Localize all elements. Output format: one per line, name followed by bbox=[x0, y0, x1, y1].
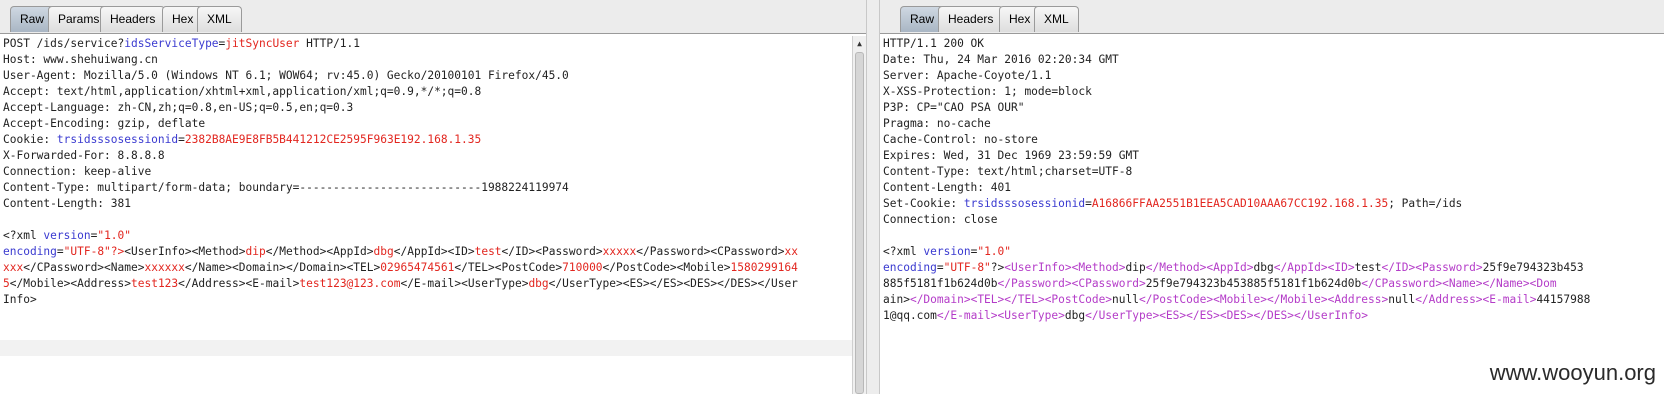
response-line[interactable]: encoding="UTF-8"?><UserInfo><Method>dip<… bbox=[883, 260, 1590, 276]
response-line[interactable]: HTTP/1.1 200 OK bbox=[883, 36, 1590, 52]
response-line[interactable]: ain></Domain><TEL></TEL><PostCode>null</… bbox=[883, 292, 1590, 308]
response-line[interactable]: Connection: close bbox=[883, 212, 1590, 228]
response-line[interactable]: P3P: CP="CAO PSA OUR" bbox=[883, 100, 1590, 116]
pane-splitter[interactable] bbox=[866, 0, 880, 394]
request-line[interactable]: xxx</CPassword><Name>xxxxxx</Name><Domai… bbox=[3, 260, 798, 276]
request-line[interactable]: Connection: keep-alive bbox=[3, 164, 798, 180]
watermark: www.wooyun.org bbox=[1489, 360, 1656, 385]
request-line[interactable]: 5</Mobile><Address>test123</Address><E-m… bbox=[3, 276, 798, 292]
request-line[interactable]: Content-Type: multipart/form-data; bound… bbox=[3, 180, 798, 196]
request-text[interactable]: POST /ids/service?idsServiceType=jitSync… bbox=[3, 36, 798, 308]
response-line[interactable]: X-XSS-Protection: 1; mode=block bbox=[883, 84, 1590, 100]
response-line[interactable]: Content-Type: text/html;charset=UTF-8 bbox=[883, 164, 1590, 180]
response-line[interactable]: 885f5181f1b624d0b</Password><CPassword>2… bbox=[883, 276, 1590, 292]
request-line[interactable]: X-Forwarded-For: 8.8.8.8 bbox=[3, 148, 798, 164]
response-line[interactable]: Expires: Wed, 31 Dec 1969 23:59:59 GMT bbox=[883, 148, 1590, 164]
request-line[interactable]: Accept-Encoding: gzip, deflate bbox=[3, 116, 798, 132]
scroll-up-arrow-icon[interactable]: ▲ bbox=[853, 37, 866, 51]
response-line[interactable] bbox=[883, 228, 1590, 244]
current-line-highlight bbox=[0, 340, 852, 356]
request-line[interactable]: Cookie: trsidsssosessionid=2382B8AE9E8FB… bbox=[3, 132, 798, 148]
request-line[interactable]: Accept-Language: zh-CN,zh;q=0.8,en-US;q=… bbox=[3, 100, 798, 116]
response-tab-xml[interactable]: XML bbox=[1034, 6, 1079, 32]
request-line[interactable]: encoding="UTF-8"?><UserInfo><Method>dip<… bbox=[3, 244, 798, 260]
response-line[interactable]: Content-Length: 401 bbox=[883, 180, 1590, 196]
response-line[interactable]: Server: Apache-Coyote/1.1 bbox=[883, 68, 1590, 84]
request-tab-headers[interactable]: Headers bbox=[100, 6, 166, 32]
request-line[interactable]: POST /ids/service?idsServiceType=jitSync… bbox=[3, 36, 798, 52]
request-panel: Raw Params Headers Hex XML POST /ids/ser… bbox=[0, 0, 866, 394]
request-line[interactable]: Info> bbox=[3, 292, 798, 308]
request-tab-xml[interactable]: XML bbox=[197, 6, 242, 32]
response-line[interactable]: 1@qq.com</E-mail><UserType>dbg</UserType… bbox=[883, 308, 1590, 324]
response-line[interactable]: Set-Cookie: trsidsssosessionid=A16866FFA… bbox=[883, 196, 1590, 212]
response-line[interactable]: Date: Thu, 24 Mar 2016 02:20:34 GMT bbox=[883, 52, 1590, 68]
response-line[interactable]: Cache-Control: no-store bbox=[883, 132, 1590, 148]
request-tab-bar: Raw Params Headers Hex XML bbox=[0, 0, 866, 34]
request-line[interactable] bbox=[3, 212, 798, 228]
request-line[interactable]: Accept: text/html,application/xhtml+xml,… bbox=[3, 84, 798, 100]
response-tab-bar: Raw Headers Hex XML bbox=[880, 0, 1664, 34]
request-line[interactable]: Host: www.shehuiwang.cn bbox=[3, 52, 798, 68]
request-line[interactable]: <?xml version="1.0" bbox=[3, 228, 798, 244]
response-line[interactable]: Pragma: no-cache bbox=[883, 116, 1590, 132]
response-line[interactable]: <?xml version="1.0" bbox=[883, 244, 1590, 260]
request-scrollbar[interactable]: ▲ bbox=[852, 36, 866, 394]
response-editor[interactable]: HTTP/1.1 200 OK Date: Thu, 24 Mar 2016 02… bbox=[880, 36, 1664, 394]
request-line[interactable]: User-Agent: Mozilla/5.0 (Windows NT 6.1;… bbox=[3, 68, 798, 84]
request-line[interactable]: Content-Length: 381 bbox=[3, 196, 798, 212]
scrollbar-thumb[interactable] bbox=[855, 52, 864, 394]
request-editor[interactable]: POST /ids/service?idsServiceType=jitSync… bbox=[0, 36, 866, 394]
response-text[interactable]: HTTP/1.1 200 OK Date: Thu, 24 Mar 2016 02… bbox=[883, 36, 1590, 324]
response-panel: Raw Headers Hex XML HTTP/1.1 200 OK Date:… bbox=[880, 0, 1664, 394]
response-tab-headers[interactable]: Headers bbox=[938, 6, 1004, 32]
